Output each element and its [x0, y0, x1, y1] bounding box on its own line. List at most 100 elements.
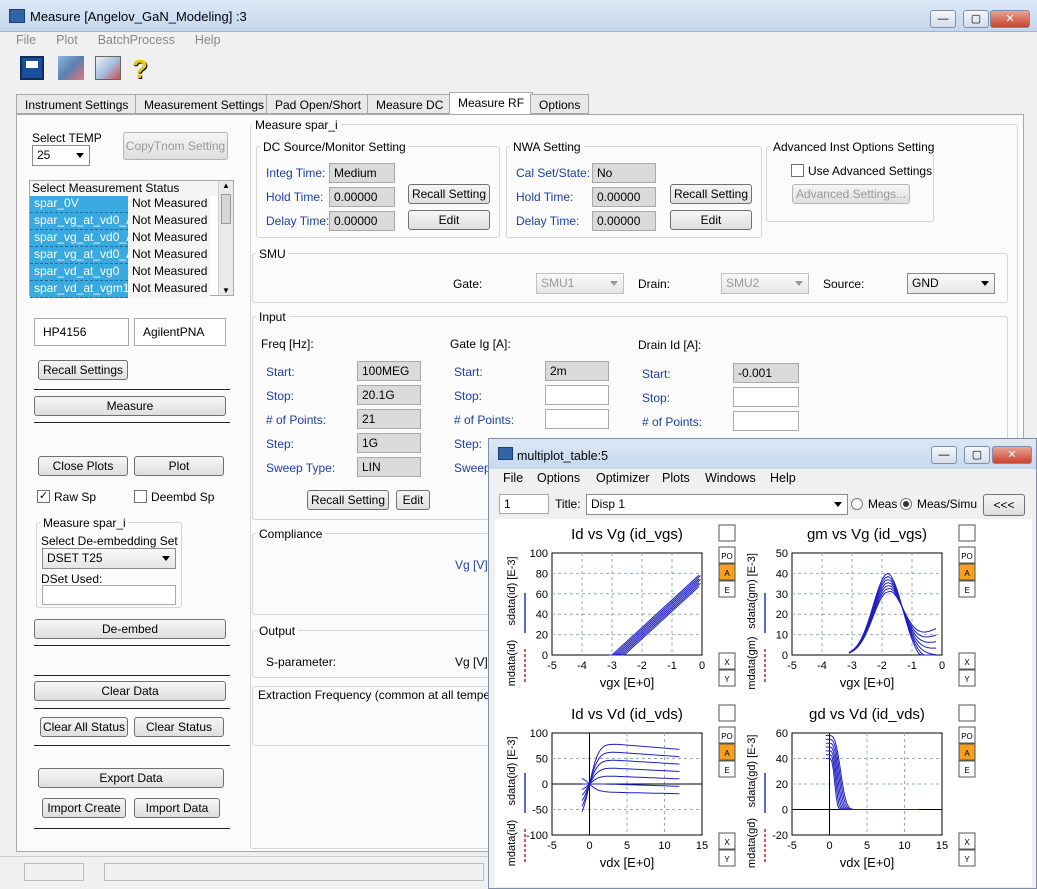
minimize-button[interactable]: — — [930, 10, 956, 28]
nwa-edit-button[interactable]: Edit — [670, 210, 752, 230]
advanced-settings-button[interactable]: Advanced Settings... — [792, 184, 910, 204]
instrument-2-field: AgilentPNA — [134, 318, 226, 346]
sub-menu-help[interactable]: Help — [770, 471, 796, 485]
tab-options[interactable]: Options — [530, 94, 590, 114]
raw-sp-checkbox[interactable]: ✓ — [37, 490, 50, 503]
status-row-state: Not Measured — [128, 247, 210, 264]
menu-help[interactable]: Help — [195, 33, 221, 47]
input-edit-button[interactable]: Edit — [396, 490, 430, 510]
sub-menu-plots[interactable]: Plots — [662, 471, 690, 485]
status-row-state: Not Measured — [128, 196, 210, 213]
sub-menu-windows[interactable]: Windows — [705, 471, 756, 485]
hold-time-field[interactable]: 0.00000 — [329, 187, 395, 207]
sub-menu-file[interactable]: File — [503, 471, 523, 485]
de-embed-button[interactable]: De-embed — [34, 619, 226, 639]
close-button[interactable]: ✕ — [990, 10, 1030, 28]
meas-simu-radio[interactable] — [900, 498, 912, 510]
display-title-select[interactable]: Disp 1 — [586, 494, 848, 515]
plot-layout-icon — [958, 704, 976, 722]
drain-stop-label: Stop: — [642, 391, 671, 405]
status-scrollbar[interactable]: ▲ ▼ — [218, 181, 233, 295]
dc-edit-button[interactable]: Edit — [408, 210, 490, 230]
deembd-sp-checkbox[interactable] — [134, 490, 147, 503]
status-row[interactable]: spar_vd_at_vgm1 Not Measured — [30, 281, 233, 298]
status-row[interactable]: spar_vg_at_vd0_A Not Measured — [30, 247, 233, 264]
menu-plot[interactable]: Plot — [56, 33, 78, 47]
y-tick-label: 20 — [536, 630, 548, 642]
freq-start-field[interactable]: 100MEG — [357, 361, 421, 381]
gate-stop-field[interactable] — [545, 385, 609, 405]
deembed-set-select[interactable]: DSET T25 — [42, 548, 176, 569]
integ-time-field[interactable]: Medium — [329, 163, 395, 183]
hold-time-label: Hold Time: — [266, 190, 324, 204]
recall-settings-button[interactable]: Recall Settings — [38, 360, 128, 380]
copy-tnom-button[interactable]: CopyTnom Setting — [123, 132, 228, 160]
compliance-vg-label: Vg [V]: — [455, 558, 492, 572]
multiplot-maximize-button[interactable]: ▢ — [964, 446, 990, 464]
export-data-button[interactable]: Export Data — [38, 768, 224, 788]
drain-start-field[interactable]: -0.001 — [733, 363, 799, 383]
freq-step-label: Step: — [266, 437, 295, 451]
clear-all-status-button[interactable]: Clear All Status — [40, 717, 128, 737]
display-index-field[interactable]: 1 — [499, 494, 549, 514]
status-row[interactable]: spar_vg_at_vd0_A Not Measured — [30, 213, 233, 230]
clear-status-button[interactable]: Clear Status — [134, 717, 224, 737]
stack-icon[interactable] — [95, 56, 121, 80]
sub-menu-optimizer[interactable]: Optimizer — [596, 471, 649, 485]
multiplot-close-button[interactable]: ✕ — [992, 446, 1032, 464]
delay-time-field[interactable]: 0.00000 — [329, 211, 395, 231]
source-select[interactable]: GND — [907, 273, 995, 294]
chevron-down-icon — [795, 281, 803, 286]
nwa-recall-setting-button[interactable]: Recall Setting — [670, 184, 752, 204]
gate-points-field[interactable] — [545, 409, 609, 429]
plot-panel: gm vs Vg (id_vgs) -5 -4 -3 -2 -1 0 50 40 30 20 10 0 v… — [746, 524, 976, 690]
help-icon[interactable]: ? — [132, 54, 154, 84]
dc-recall-setting-button[interactable]: Recall Setting — [408, 184, 490, 204]
x-axis-label: vdx [E+0] — [600, 855, 655, 870]
close-plots-button[interactable]: Close Plots — [38, 456, 128, 476]
y-tick-label: 60 — [776, 728, 788, 740]
input-recall-setting-button[interactable]: Recall Setting — [307, 490, 389, 510]
use-advanced-checkbox[interactable] — [791, 164, 804, 177]
drain-stop-field[interactable] — [733, 387, 799, 407]
freq-step-field[interactable]: 1G — [357, 433, 421, 453]
plot-button[interactable]: Plot — [134, 456, 224, 476]
status-row[interactable]: spar_vd_at_vg0 Not Measured — [30, 264, 233, 281]
nwa-hold-time-field[interactable]: 0.00000 — [592, 187, 656, 207]
multiplot-minimize-button[interactable]: — — [931, 446, 957, 464]
import-create-button[interactable]: Import Create — [42, 798, 126, 818]
dset-used-field[interactable] — [42, 585, 176, 605]
sub-menu-options[interactable]: Options — [537, 471, 580, 485]
status-row[interactable]: spar_0V Not Measured — [30, 196, 233, 213]
temp-select[interactable]: 25 — [32, 145, 90, 166]
status-row[interactable]: spar_vg_at_vd0_A Not Measured — [30, 230, 233, 247]
cal-set-field[interactable]: No — [592, 163, 656, 183]
drain-select[interactable]: SMU2 — [721, 273, 809, 294]
save-icon[interactable] — [20, 56, 44, 80]
batch-icon[interactable] — [58, 56, 84, 80]
clear-data-button[interactable]: Clear Data — [34, 681, 226, 701]
menu-file[interactable]: File — [16, 33, 36, 47]
gate-start-field[interactable]: 2m — [545, 361, 609, 381]
import-data-button[interactable]: Import Data — [134, 798, 220, 818]
nwa-delay-time-field[interactable]: 0.00000 — [592, 211, 656, 231]
tab-instrument-settings[interactable]: Instrument Settings — [16, 94, 138, 114]
tab-pad-open-short[interactable]: Pad Open/Short — [266, 94, 371, 114]
freq-stop-field[interactable]: 20.1G — [357, 385, 421, 405]
sweep-type-field[interactable]: LIN — [357, 457, 421, 477]
chevron-down-icon — [834, 502, 842, 507]
y-tick-label: 0 — [542, 779, 548, 791]
meas-radio[interactable] — [851, 498, 863, 510]
maximize-button[interactable]: ▢ — [963, 10, 989, 28]
gate-select[interactable]: SMU1 — [536, 273, 624, 294]
tab-measure-dc[interactable]: Measure DC — [367, 94, 453, 114]
tab-measure-rf[interactable]: Measure RF — [449, 92, 534, 115]
drain-points-label: # of Points: — [642, 415, 703, 429]
collapse-button[interactable]: <<< — [983, 494, 1025, 516]
menu-batchprocess[interactable]: BatchProcess — [98, 33, 175, 47]
tab-measurement-settings[interactable]: Measurement Settings — [135, 94, 274, 114]
drain-points-field[interactable] — [733, 411, 799, 431]
freq-points-field[interactable]: 21 — [357, 409, 421, 429]
measure-button[interactable]: Measure — [34, 396, 226, 416]
multiplot-window[interactable]: multiplot_table:5 — ▢ ✕ File Options Opt… — [488, 438, 1037, 889]
